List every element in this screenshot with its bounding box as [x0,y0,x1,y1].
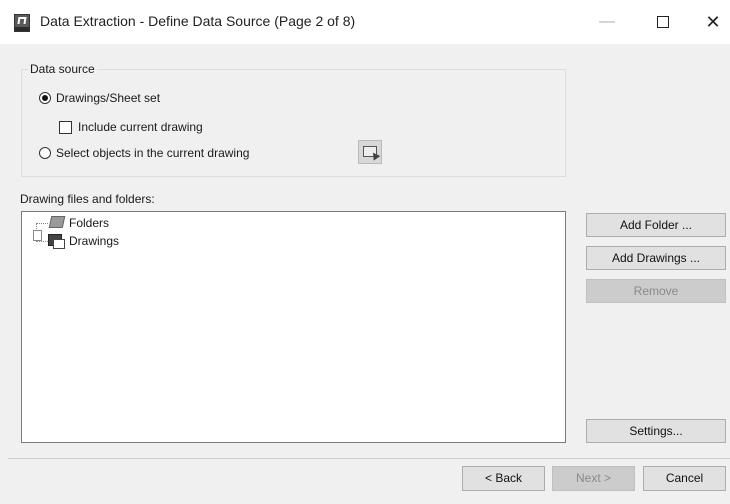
tree-expander[interactable] [33,230,42,241]
include-current-drawing-label[interactable]: Include current drawing [78,120,203,134]
drawings-icon [48,234,65,249]
cancel-button[interactable]: Cancel [643,466,726,491]
remove-button[interactable]: Remove [586,279,726,303]
back-button[interactable]: < Back [462,466,545,491]
title-bar: Data Extraction - Define Data Source (Pa… [0,0,730,44]
tree-item-folders[interactable]: Folders [69,216,109,230]
drawing-files-label: Drawing files and folders: [20,192,155,206]
next-button[interactable]: Next > [552,466,635,491]
tree-item-drawings[interactable]: Drawings [69,234,119,248]
folder-icon [48,216,66,228]
drawings-sheet-set-radio[interactable] [39,92,51,104]
footer-divider [8,458,730,459]
maximize-button[interactable] [640,6,686,38]
select-objects-pick-button[interactable] [358,140,382,164]
add-drawings-button[interactable]: Add Drawings ... [586,246,726,270]
select-objects-label[interactable]: Select objects in the current drawing [56,146,249,160]
select-objects-radio[interactable] [39,147,51,159]
drawings-sheet-set-label[interactable]: Drawings/Sheet set [56,91,160,105]
maximize-icon [657,15,669,28]
minimize-icon: — [599,13,615,30]
data-source-legend: Data source [28,62,97,76]
close-button[interactable]: ✕ [690,6,730,38]
tree-connector [36,241,48,242]
tree-connector [36,223,48,224]
settings-button[interactable]: Settings... [586,419,726,443]
close-icon: ✕ [705,12,721,32]
include-current-drawing-checkbox[interactable] [59,121,72,134]
autocad-app-icon [14,14,30,32]
minimize-button[interactable]: — [584,6,630,38]
add-folder-button[interactable]: Add Folder ... [586,213,726,237]
window-title: Data Extraction - Define Data Source (Pa… [40,13,356,29]
